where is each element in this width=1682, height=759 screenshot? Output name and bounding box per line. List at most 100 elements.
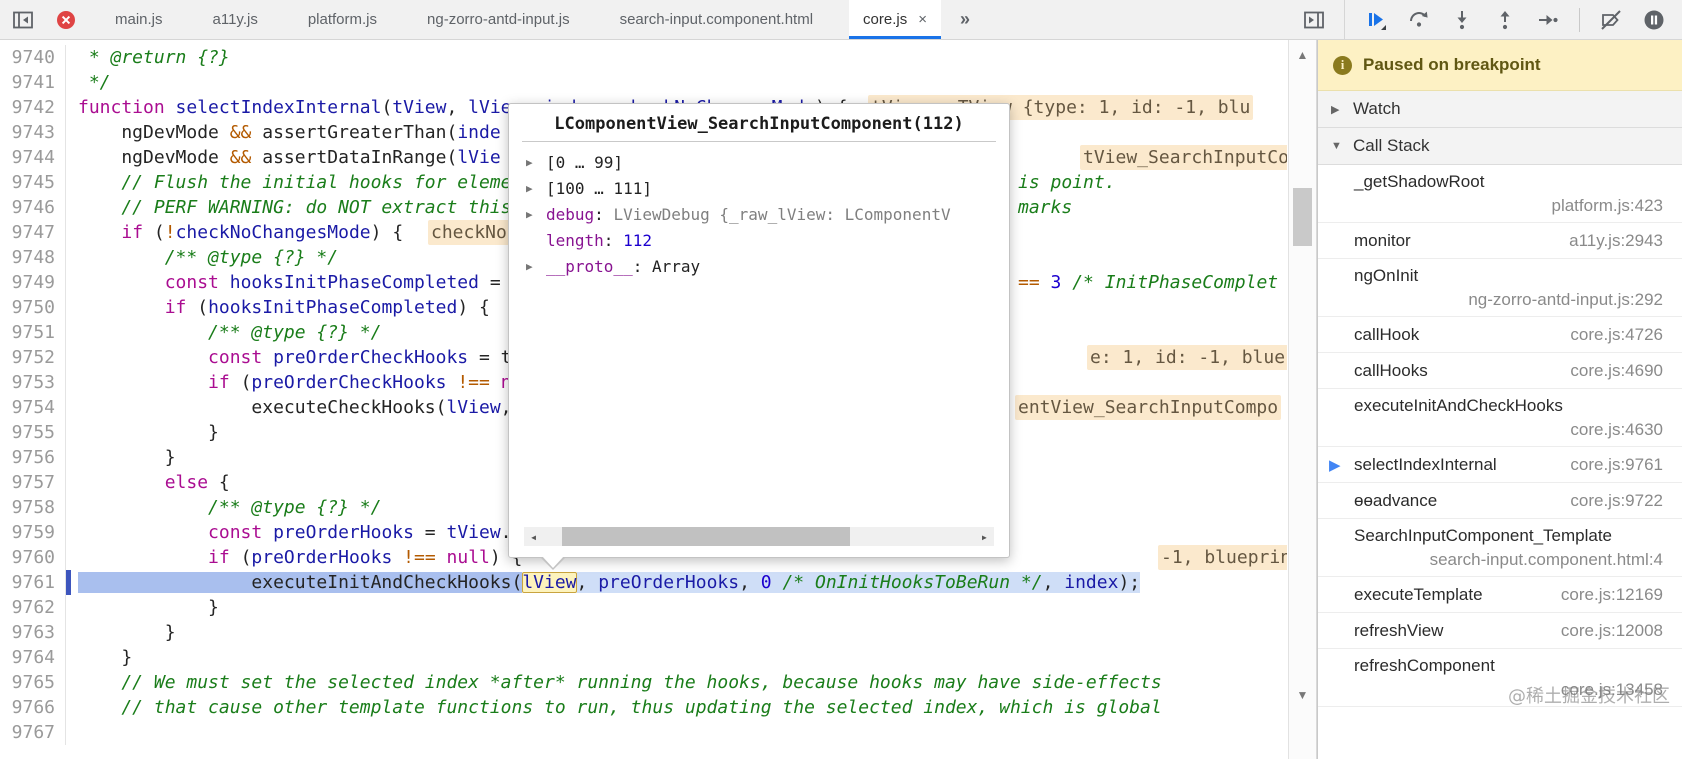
call-stack-frame[interactable]: refreshView core.js:12008 [1318, 613, 1682, 649]
step-over-icon[interactable] [1407, 8, 1431, 32]
tab-a11y.js[interactable]: a11y.js [199, 0, 272, 39]
line-number[interactable]: 9750 [0, 295, 66, 320]
line-number[interactable]: 9741 [0, 70, 66, 95]
line-number[interactable]: 9748 [0, 245, 66, 270]
line-number[interactable]: 9751 [0, 320, 66, 345]
tab-close-icon[interactable]: × [918, 11, 927, 28]
code-token: ( [229, 372, 252, 393]
tab-search-input.component.html[interactable]: search-input.component.html [606, 0, 827, 39]
popup-token: : [603, 230, 624, 250]
line-number[interactable]: 9740 [0, 45, 66, 70]
code-line[interactable]: * @return {?} [66, 45, 1287, 70]
line-number[interactable]: 9742 [0, 95, 66, 120]
expand-triangle-icon[interactable]: ▶ [526, 182, 546, 195]
tab-main.js[interactable]: main.js [101, 0, 177, 39]
pause-on-exceptions-icon[interactable] [1642, 8, 1666, 32]
line-number[interactable]: 9753 [0, 370, 66, 395]
code-token: executeCheckHooks( [78, 397, 447, 418]
line-number[interactable]: 9758 [0, 495, 66, 520]
code-line[interactable]: // that cause other template functions t… [66, 695, 1287, 720]
popup-token: 112 [623, 230, 652, 250]
code-token: !== [457, 372, 490, 393]
hide-navigator-icon[interactable] [12, 9, 34, 31]
line-number[interactable]: 9745 [0, 170, 66, 195]
toggle-debugger-sidebar-icon[interactable] [1303, 9, 1325, 31]
line-number[interactable]: 9747 [0, 220, 66, 245]
line-number[interactable]: 9752 [0, 345, 66, 370]
deactivate-breakpoints-icon[interactable] [1599, 8, 1623, 32]
popup-scroll-right-icon[interactable]: ▸ [981, 527, 988, 546]
code-line[interactable]: } [66, 595, 1287, 620]
popup-row[interactable]: ▶ [0 … 99] [509, 149, 1009, 175]
tab-ng-zorro-antd-input.js[interactable]: ng-zorro-antd-input.js [413, 0, 584, 39]
call-stack-frame[interactable]: ɵɵadvance core.js:9722 [1318, 483, 1682, 519]
tab-platform.js[interactable]: platform.js [294, 0, 391, 39]
line-number[interactable]: 9749 [0, 270, 66, 295]
code-line[interactable]: */ [66, 70, 1287, 95]
line-number[interactable]: 9756 [0, 445, 66, 470]
code-line[interactable]: } [66, 645, 1287, 670]
call-stack-frame[interactable]: callHooks core.js:4690 [1318, 353, 1682, 389]
popup-scroll-thumb[interactable] [562, 527, 850, 546]
watch-section-header[interactable]: ▶ Watch [1318, 91, 1682, 128]
code-line[interactable]: executeInitAndCheckHooks(lView, preOrder… [66, 570, 1287, 595]
vscroll-down-arrow-icon[interactable]: ▼ [1289, 688, 1316, 702]
frame-name: selectIndexInternal [1354, 454, 1497, 474]
line-number[interactable]: 9743 [0, 120, 66, 145]
line-number[interactable]: 9760 [0, 545, 66, 570]
line-number[interactable]: 9763 [0, 620, 66, 645]
line-number[interactable]: 9754 [0, 395, 66, 420]
expand-triangle-icon[interactable]: ▶ [526, 260, 546, 273]
tab-overflow-chevron[interactable]: » [952, 9, 978, 30]
code-token: = [413, 522, 447, 543]
popup-title: LComponentView_SearchInputComponent(112) [554, 114, 964, 134]
line-number[interactable]: 9762 [0, 595, 66, 620]
call-stack-frame[interactable]: ngOnInit ng-zorro-antd-input.js:292 [1318, 259, 1682, 317]
call-stack-frame[interactable]: monitor a11y.js:2943 [1318, 223, 1682, 259]
popup-row[interactable]: ▶ [100 … 111] [509, 175, 1009, 201]
line-number[interactable]: 9766 [0, 695, 66, 720]
expand-triangle-icon[interactable]: ▶ [526, 208, 546, 221]
line-number[interactable]: 9765 [0, 670, 66, 695]
call-stack-frame[interactable]: callHook core.js:4726 [1318, 317, 1682, 353]
vscroll-up-arrow-icon[interactable]: ▲ [1289, 48, 1316, 62]
code-line[interactable]: // We must set the selected index *after… [66, 670, 1287, 695]
expand-triangle-icon[interactable]: ▶ [526, 156, 546, 169]
call-stack-frame[interactable]: executeTemplate core.js:12169 [1318, 577, 1682, 613]
step-out-icon[interactable] [1493, 8, 1517, 32]
call-stack-frame[interactable]: _getShadowRoot platform.js:423 [1318, 165, 1682, 223]
tab-core.js[interactable]: core.js × [849, 0, 941, 39]
code-line[interactable] [66, 720, 1287, 745]
resume-icon[interactable] [1364, 8, 1388, 32]
call-stack-frame[interactable]: ▶ selectIndexInternal core.js:9761 [1318, 447, 1682, 483]
line-number[interactable]: 9757 [0, 470, 66, 495]
line-number[interactable]: 9759 [0, 520, 66, 545]
step-icon[interactable] [1536, 8, 1560, 32]
call-stack-section-header[interactable]: ▼ Call Stack [1318, 128, 1682, 165]
popup-row[interactable]: ▶ debug: LViewDebug {_raw_lView: LCompone… [509, 201, 1009, 227]
call-stack-frame[interactable]: SearchInputComponent_Template search-inpu… [1318, 519, 1682, 577]
popup-row[interactable]: ▶length: 112 [509, 227, 1009, 253]
popup-scroll-left-icon[interactable]: ◂ [530, 527, 537, 546]
popup-horizontal-scrollbar[interactable]: ◂ ▸ [524, 527, 994, 546]
frame-location: core.js:12169 [1560, 584, 1663, 604]
code-token: ( [229, 547, 252, 568]
call-stack-frame[interactable]: executeInitAndCheckHooks core.js:4630 [1318, 389, 1682, 447]
line-number[interactable]: 9755 [0, 420, 66, 445]
tab-label: platform.js [307, 11, 378, 28]
code-line[interactable]: } [66, 620, 1287, 645]
line-number[interactable]: 9746 [0, 195, 66, 220]
code-token: ngDevMode [78, 147, 230, 168]
line-number[interactable]: 9744 [0, 145, 66, 170]
line-number[interactable]: 9761 [0, 570, 66, 595]
popup-row[interactable]: ▶ __proto__: Array [509, 253, 1009, 279]
step-into-icon[interactable] [1450, 8, 1474, 32]
editor-vertical-scrollbar[interactable]: ▲ ▼ [1288, 40, 1317, 759]
line-number[interactable]: 9764 [0, 645, 66, 670]
line-number[interactable]: 9767 [0, 720, 66, 745]
code-token: preOrderHooks [251, 547, 393, 568]
vscroll-thumb[interactable] [1293, 188, 1312, 246]
tab-label: search-input.component.html [619, 11, 814, 28]
